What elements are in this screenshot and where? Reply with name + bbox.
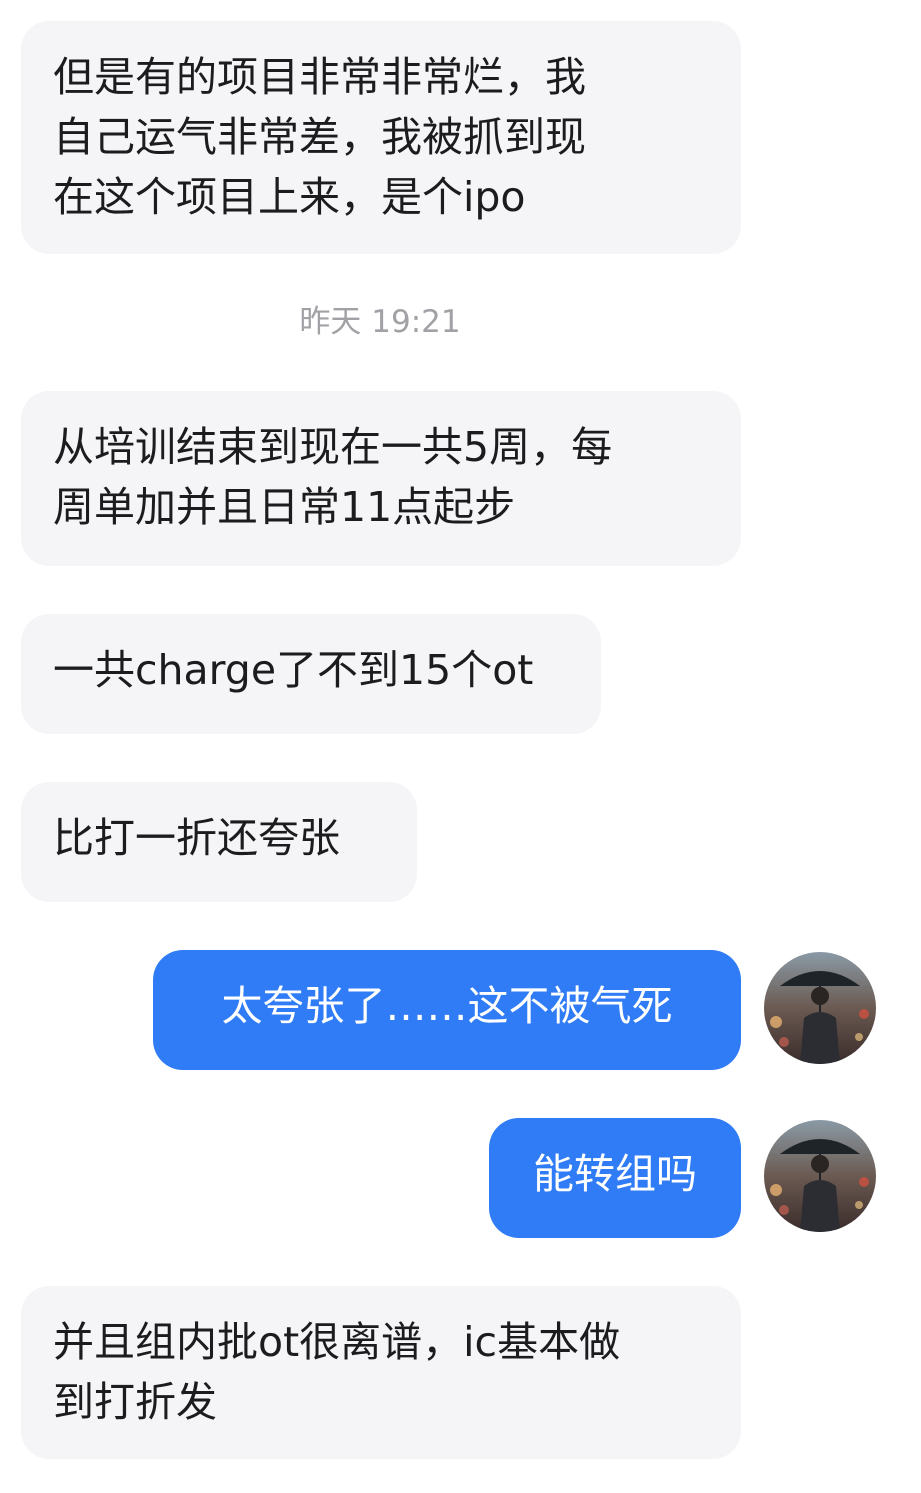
user-avatar[interactable]	[764, 952, 876, 1064]
incoming-message-bubble[interactable]: 并且组内批ot很离谱，ic基本做 到打折发	[21, 1286, 741, 1459]
man-with-umbrella-icon	[764, 1120, 876, 1232]
man-with-umbrella-icon	[764, 952, 876, 1064]
incoming-message-bubble[interactable]: 从培训结束到现在一共5周，每 周单加并且日常11点起步	[21, 391, 741, 566]
user-avatar[interactable]	[764, 1120, 876, 1232]
outgoing-message-bubble[interactable]: 太夸张了……这不被气死	[153, 950, 741, 1070]
incoming-message-bubble[interactable]: 一共charge了不到15个ot	[21, 614, 601, 734]
incoming-message-bubble[interactable]: 比打一折还夸张	[21, 782, 417, 902]
incoming-message-bubble[interactable]: 但是有的项目非常非常烂，我 自己运气非常差，我被抓到现 在这个项目上来，是个ip…	[21, 21, 741, 254]
timestamp-divider: 昨天 19:21	[299, 304, 461, 340]
outgoing-message-bubble[interactable]: 能转组吗	[489, 1118, 741, 1238]
